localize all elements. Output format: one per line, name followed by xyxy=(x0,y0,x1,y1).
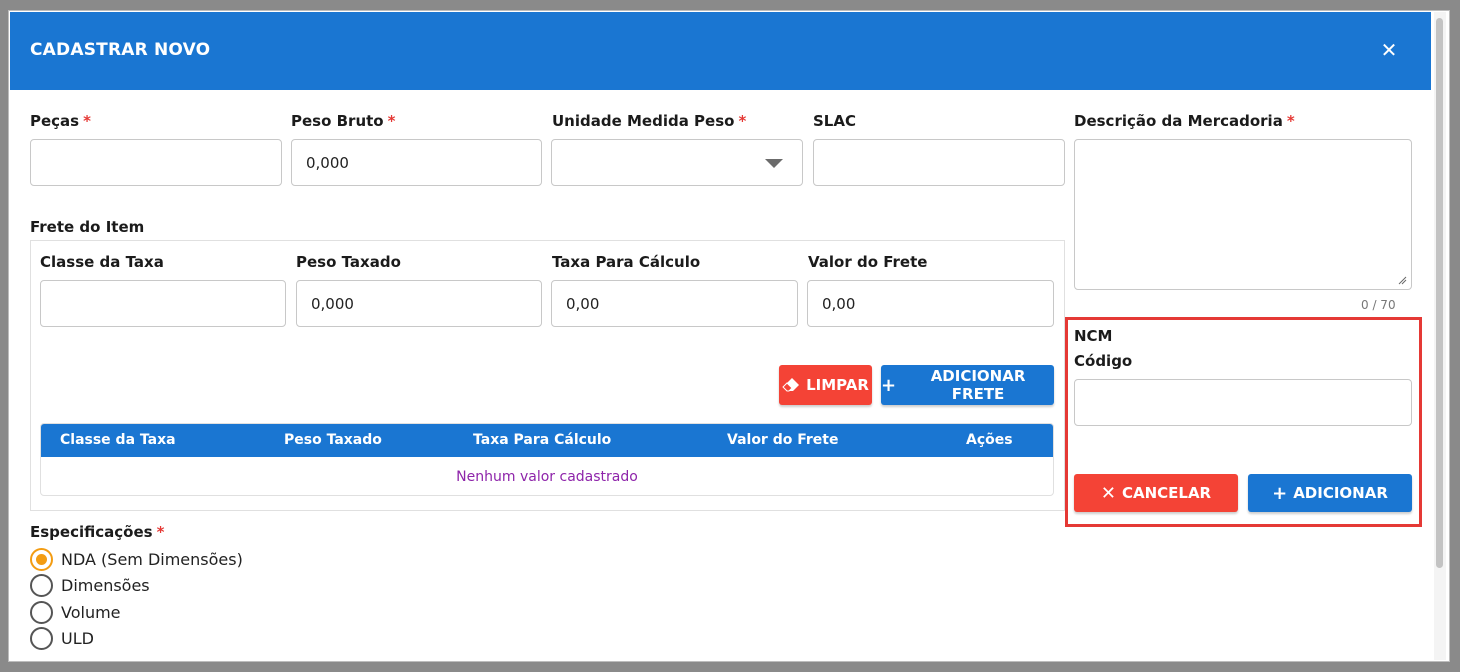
table-header: Classe da Taxa Peso Taxado Taxa Para Cál… xyxy=(41,424,1053,457)
table-header-cell: Ações xyxy=(966,432,1013,448)
radio-option-nda[interactable]: NDA (Sem Dimensões) xyxy=(30,548,243,571)
radio-checked-icon[interactable] xyxy=(30,548,53,571)
table-header-cell[interactable]: Peso Taxado xyxy=(284,432,382,448)
table-header-cell[interactable]: Taxa Para Cálculo xyxy=(473,432,611,448)
adicionar-button[interactable]: + ADICIONAR xyxy=(1248,474,1412,512)
valor-frete-label: Valor do Frete xyxy=(808,253,928,271)
scrollbar-thumb[interactable] xyxy=(1436,18,1443,568)
taxa-calculo-input[interactable] xyxy=(551,280,798,327)
peso-taxado-label: Peso Taxado xyxy=(296,253,401,271)
plus-icon: + xyxy=(881,374,897,396)
resize-grip-icon[interactable] xyxy=(1398,276,1407,285)
classe-taxa-label: Classe da Taxa xyxy=(40,253,164,271)
eraser-icon xyxy=(782,378,800,392)
unidade-medida-peso-label: Unidade Medida Peso * xyxy=(552,112,747,130)
peso-taxado-input[interactable] xyxy=(296,280,542,327)
limpar-button[interactable]: LIMPAR xyxy=(779,365,872,405)
codigo-label: Código xyxy=(1074,352,1133,370)
radio-option-dimensoes[interactable]: Dimensões xyxy=(30,574,150,597)
plus-icon: + xyxy=(1272,482,1288,504)
frete-table: Classe da Taxa Peso Taxado Taxa Para Cál… xyxy=(40,423,1054,496)
modal-header: CADASTRAR NOVO ✕ xyxy=(10,12,1431,90)
especificacoes-label: Especificações * xyxy=(30,523,165,541)
peso-bruto-label: Peso Bruto * xyxy=(291,112,396,130)
valor-frete-input[interactable] xyxy=(807,280,1054,327)
table-header-cell[interactable]: Valor do Frete xyxy=(727,432,838,448)
taxa-calculo-label: Taxa Para Cálculo xyxy=(552,253,701,271)
pecas-input[interactable] xyxy=(30,139,282,186)
ncm-title: NCM xyxy=(1074,327,1113,345)
codigo-input[interactable] xyxy=(1074,379,1412,426)
modal-title: CADASTRAR NOVO xyxy=(30,40,211,60)
peso-bruto-input[interactable] xyxy=(291,139,542,186)
close-icon: ✕ xyxy=(1100,482,1116,504)
radio-option-uld[interactable]: ULD xyxy=(30,627,94,650)
table-header-cell[interactable]: Classe da Taxa xyxy=(60,432,176,448)
adicionar-frete-button[interactable]: + ADICIONAR FRETE xyxy=(881,365,1054,405)
descricao-textarea[interactable] xyxy=(1074,139,1412,290)
classe-taxa-input[interactable] xyxy=(40,280,286,327)
frete-section-label: Frete do Item xyxy=(30,218,145,236)
descricao-label: Descrição da Mercadoria * xyxy=(1074,112,1295,130)
pecas-label: Peças * xyxy=(30,112,91,130)
radio-option-volume[interactable]: Volume xyxy=(30,601,121,624)
cancelar-button[interactable]: ✕ CANCELAR xyxy=(1074,474,1238,512)
close-icon[interactable]: ✕ xyxy=(1377,38,1401,62)
table-empty-message: Nenhum valor cadastrado xyxy=(456,469,638,485)
radio-unchecked-icon[interactable] xyxy=(30,627,53,650)
descricao-counter: 0 / 70 xyxy=(1361,298,1396,312)
radio-unchecked-icon[interactable] xyxy=(30,574,53,597)
radio-unchecked-icon[interactable] xyxy=(30,601,53,624)
slac-input[interactable] xyxy=(813,139,1065,186)
slac-label: SLAC xyxy=(813,112,856,130)
caret-down-icon[interactable] xyxy=(765,159,783,168)
